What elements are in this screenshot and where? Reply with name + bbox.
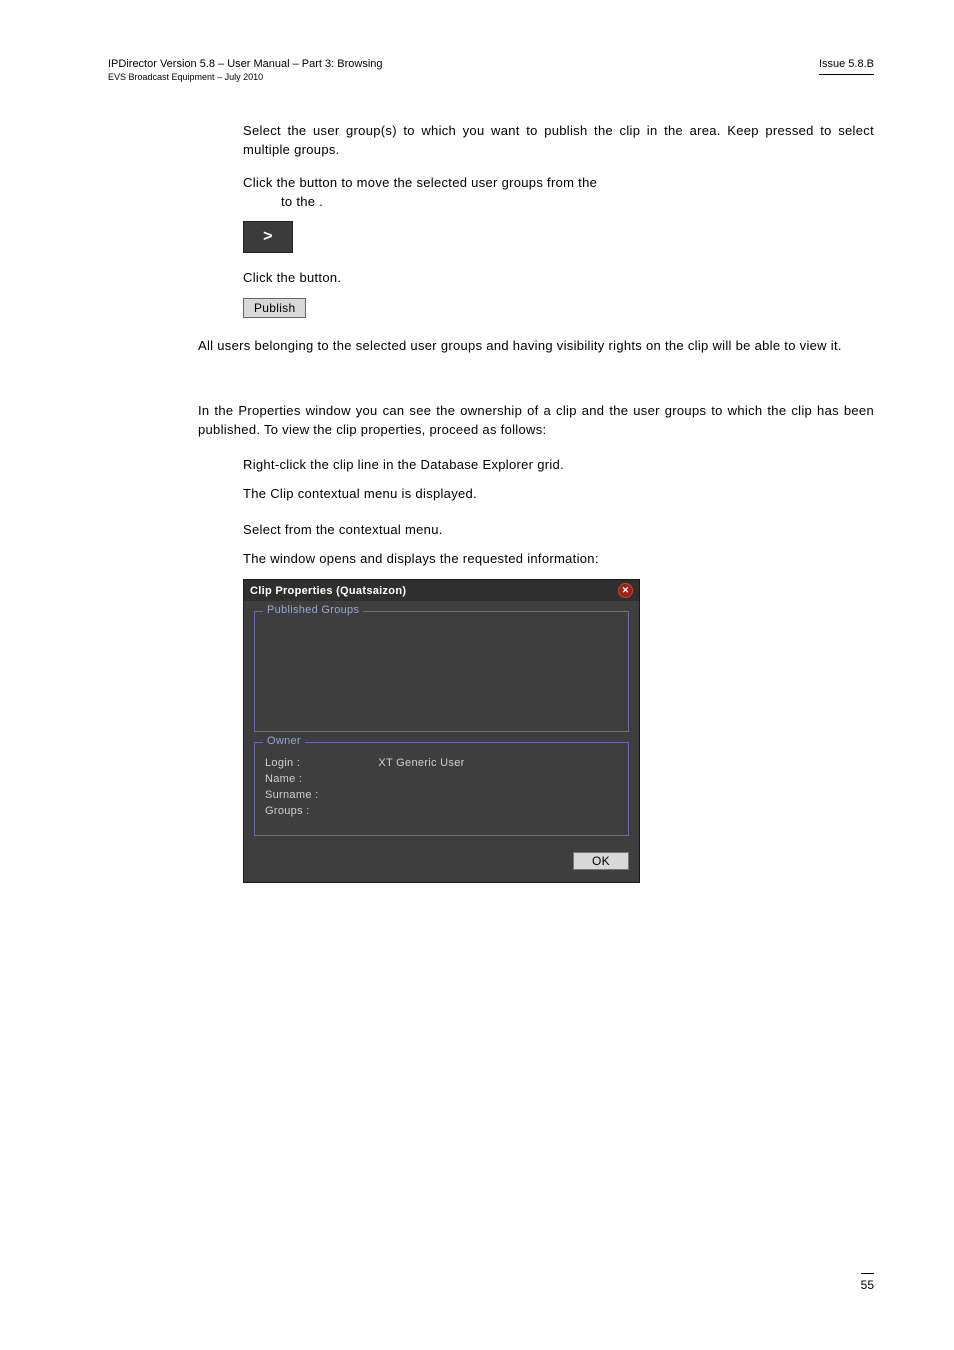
step-text: Select from the contextual menu. — [243, 521, 874, 540]
owner-login-label: Login : — [265, 757, 375, 769]
page-number: 55 — [861, 1273, 874, 1292]
dialog-footer: OK — [244, 846, 639, 882]
step-text: Click the button to move the selected us… — [243, 174, 874, 193]
step-text: Right-click the clip line in the Databas… — [243, 456, 874, 475]
publish-button[interactable]: Publish — [243, 298, 306, 318]
close-icon[interactable]: ✕ — [618, 583, 633, 598]
header-left-bottom: EVS Broadcast Equipment – July 2010 — [108, 72, 383, 82]
published-groups-box: Published Groups — [254, 611, 629, 732]
owner-legend: Owner — [263, 735, 305, 747]
ok-button[interactable]: OK — [573, 852, 629, 870]
published-groups-legend: Published Groups — [263, 604, 363, 616]
move-right-button[interactable]: > — [243, 221, 293, 253]
body-paragraph: All users belonging to the selected user… — [198, 336, 874, 356]
step-text: Click the button. — [243, 269, 874, 288]
step-text-cont: to the . — [281, 193, 874, 212]
owner-name-label: Name : — [265, 773, 375, 785]
owner-groups-label: Groups : — [265, 805, 375, 817]
step-text: Select the user group(s) to which you wa… — [243, 122, 874, 160]
clip-properties-dialog: Clip Properties (Quatsaizon) ✕ Published… — [243, 579, 640, 883]
owner-login-value: XT Generic User — [378, 757, 464, 769]
page-header: IPDirector Version 5.8 – User Manual – P… — [108, 58, 874, 82]
content-area: Select the user group(s) to which you wa… — [108, 122, 874, 883]
step-text: The window opens and displays the reques… — [243, 550, 874, 569]
header-left: IPDirector Version 5.8 – User Manual – P… — [108, 58, 383, 82]
body-paragraph: In the Properties window you can see the… — [198, 401, 874, 440]
dialog-title-text: Clip Properties (Quatsaizon) — [250, 585, 406, 597]
step-text: The Clip contextual menu is displayed. — [243, 485, 874, 504]
owner-box: Owner Login : XT Generic User Name : Sur… — [254, 742, 629, 836]
owner-surname-label: Surname : — [265, 789, 375, 801]
dialog-titlebar: Clip Properties (Quatsaizon) ✕ — [244, 580, 639, 601]
header-right: Issue 5.8.B — [819, 58, 874, 75]
header-left-top: IPDirector Version 5.8 – User Manual – P… — [108, 58, 383, 70]
